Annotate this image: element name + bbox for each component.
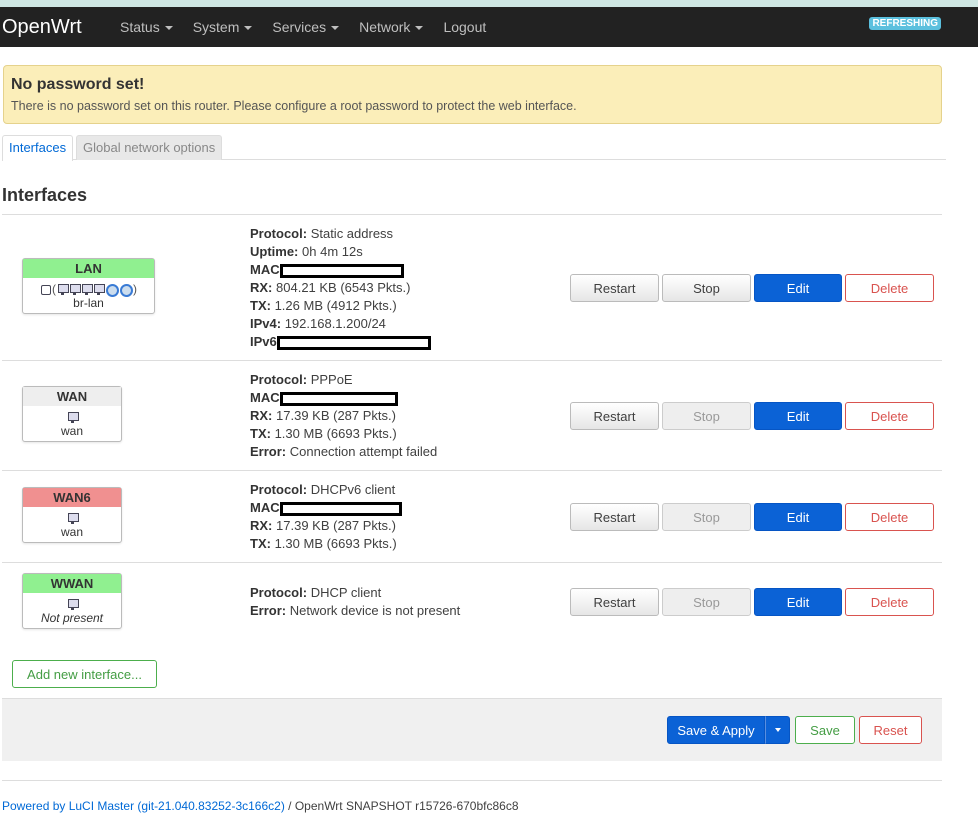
edit-button[interactable]: Edit <box>754 402 842 430</box>
interface-badge-wwan[interactable]: WWAN Not present <box>22 573 122 629</box>
firmware-version: OpenWrt SNAPSHOT r15726-670bfc86c8 <box>294 799 519 813</box>
stop-button[interactable]: Stop <box>662 588 751 616</box>
tab-interfaces[interactable]: Interfaces <box>2 135 74 161</box>
refreshing-badge[interactable]: REFRESHING <box>869 17 941 30</box>
caret-down-icon <box>774 728 781 732</box>
edit-button[interactable]: Edit <box>754 503 842 531</box>
section-title: Interfaces <box>2 185 88 205</box>
caret-down-icon <box>244 26 253 30</box>
menu-logout[interactable]: Logout <box>433 19 496 35</box>
tab-bar: Interfaces Global network options <box>2 135 946 161</box>
interface-info: Protocol: PPPoE MAC RX: 17.39 KB (287 Pk… <box>250 372 438 459</box>
alert-text: There is no password set on this router.… <box>11 99 577 113</box>
save-apply-dropdown-toggle[interactable] <box>765 716 790 744</box>
device-name: wan <box>60 424 83 438</box>
restart-button[interactable]: Restart <box>570 402 659 430</box>
menu-status[interactable]: Status <box>110 19 183 35</box>
ethernet-icon <box>57 283 69 295</box>
delete-button[interactable]: Delete <box>845 503 934 531</box>
caret-down-icon <box>415 26 424 30</box>
footer-divider <box>2 780 942 781</box>
ethernet-icon <box>81 283 93 295</box>
bridge-icon <box>40 283 51 295</box>
device-icons <box>23 409 121 424</box>
ethernet-icon <box>69 283 81 295</box>
top-navbar: OpenWrt Status System Services Network L… <box>0 7 978 47</box>
save-button[interactable]: Save <box>795 716 855 744</box>
wifi-icon <box>105 283 119 297</box>
interface-badge-lan[interactable]: LAN ( ) br-lan <box>22 258 155 314</box>
delete-button[interactable]: Delete <box>845 588 934 616</box>
save-apply-button[interactable]: Save & Apply <box>667 716 765 744</box>
page-actions-bar: Save & Apply Save Reset <box>2 698 942 761</box>
device-icons: ( ) <box>23 281 154 297</box>
redacted-mac <box>279 263 404 278</box>
interface-name: WWAN <box>23 574 121 593</box>
device-name: wan <box>60 525 83 539</box>
caret-down-icon <box>331 26 340 30</box>
device-icons <box>23 596 121 611</box>
table-row-wan6: WAN6 wan Protocol: DHCPv6 client MAC RX:… <box>2 470 942 562</box>
caret-down-icon <box>164 26 173 30</box>
interface-info: Protocol: DHCP client Error: Network dev… <box>250 585 461 618</box>
table-row-wan: WAN wan Protocol: PPPoE MAC RX: 17.39 KB… <box>2 360 942 470</box>
brand-logo[interactable]: OpenWrt <box>0 16 110 39</box>
row-buttons: Restart Stop Edit Delete <box>570 503 934 531</box>
device-icons <box>23 510 121 525</box>
ethernet-icon <box>67 598 79 610</box>
reset-button[interactable]: Reset <box>859 716 922 744</box>
stop-button[interactable]: Stop <box>662 274 751 302</box>
edit-button[interactable]: Edit <box>754 588 842 616</box>
interface-name: WAN6 <box>23 488 121 507</box>
menu-services[interactable]: Services <box>262 19 349 35</box>
restart-button[interactable]: Restart <box>570 588 659 616</box>
ethernet-icon <box>67 411 79 423</box>
row-buttons: Restart Stop Edit Delete <box>570 588 934 616</box>
table-row-lan: LAN ( ) br-lan Protocol: Static address … <box>2 214 942 360</box>
delete-button[interactable]: Delete <box>845 274 934 302</box>
stop-button[interactable]: Stop <box>662 503 751 531</box>
redacted-mac <box>279 391 398 406</box>
table-row-wwan: WWAN Not present Protocol: DHCP client E… <box>2 562 942 647</box>
interface-info: Protocol: DHCPv6 client MAC RX: 17.39 KB… <box>250 481 402 553</box>
save-apply-split-button: Save & Apply <box>667 716 790 744</box>
restart-button[interactable]: Restart <box>570 503 659 531</box>
device-name: br-lan <box>73 296 104 310</box>
interface-badge-wan6[interactable]: WAN6 wan <box>22 487 122 543</box>
menu-system[interactable]: System <box>183 19 263 35</box>
interface-name: WAN <box>23 387 121 406</box>
footer: Powered by LuCI Master (git-21.040.83252… <box>2 799 519 813</box>
interface-name: LAN <box>23 259 154 278</box>
wifi-icon <box>119 283 133 297</box>
luci-link[interactable]: Powered by LuCI Master (git-21.040.83252… <box>2 799 285 813</box>
interface-info: Protocol: Static address Uptime: 0h 4m 1… <box>250 225 431 351</box>
menu-network[interactable]: Network <box>349 19 433 35</box>
top-strip <box>0 0 978 7</box>
alert-title: No password set! <box>11 76 145 93</box>
interface-badge-wan[interactable]: WAN wan <box>22 386 122 442</box>
interfaces-table: LAN ( ) br-lan Protocol: Static address … <box>2 214 942 647</box>
ethernet-icon <box>93 283 105 295</box>
restart-button[interactable]: Restart <box>570 274 659 302</box>
main-menu: Status System Services Network Logout <box>110 19 496 35</box>
delete-button[interactable]: Delete <box>845 402 934 430</box>
add-new-interface-button[interactable]: Add new interface... <box>12 660 157 688</box>
tab-global-network-options[interactable]: Global network options <box>76 135 223 160</box>
stop-button[interactable]: Stop <box>662 402 751 430</box>
row-buttons: Restart Stop Edit Delete <box>570 274 934 302</box>
edit-button[interactable]: Edit <box>754 274 842 302</box>
redacted-ipv6 <box>276 335 431 350</box>
password-warning-alert: No password set! There is no password se… <box>3 65 942 124</box>
row-buttons: Restart Stop Edit Delete <box>570 402 934 430</box>
device-name: Not present <box>40 611 104 625</box>
ethernet-icon <box>67 512 79 524</box>
redacted-mac <box>279 501 402 516</box>
